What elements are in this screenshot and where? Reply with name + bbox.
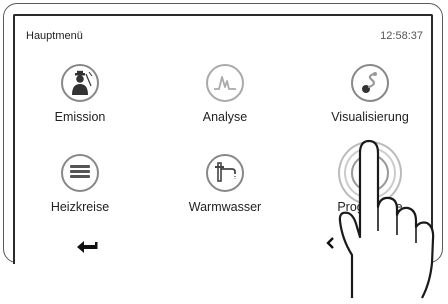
analysis-waveform-icon: [206, 64, 244, 102]
chimney-sweep-icon: [61, 64, 99, 102]
menu-tile-label: Warmwasser: [188, 200, 262, 214]
faucet-icon: [206, 154, 244, 192]
menu-tile-label: Visualisierung: [331, 110, 409, 124]
page-title: Hauptmenü: [26, 30, 83, 42]
back-arrow-icon[interactable]: [77, 238, 99, 259]
menu-tile-warmwasser[interactable]: Warmwasser: [160, 154, 290, 214]
visualization-icon: [351, 64, 389, 102]
clock-time: 12:58:37: [380, 30, 423, 42]
menu-tile-analyse[interactable]: Analyse: [160, 64, 290, 124]
menu-tile-label: Emission: [54, 110, 106, 124]
radiator-icon: [61, 154, 99, 192]
menu-tile-label: Heizkreise: [50, 200, 110, 214]
pointing-hand-icon: [330, 135, 448, 304]
menu-tile-visualisierung[interactable]: Visualisierung: [305, 64, 435, 124]
menu-tile-emission[interactable]: Emission: [15, 64, 145, 124]
menu-tile-label: Analyse: [202, 110, 248, 124]
menu-tile-heizkreise[interactable]: Heizkreise: [15, 154, 145, 214]
